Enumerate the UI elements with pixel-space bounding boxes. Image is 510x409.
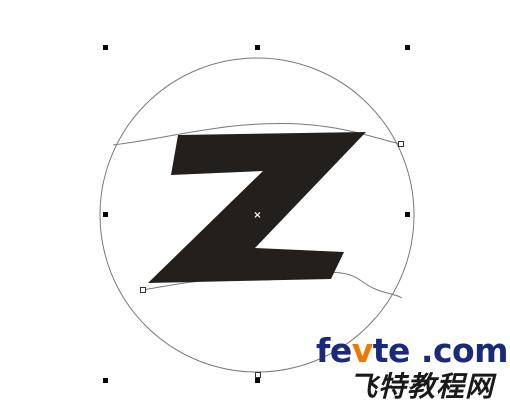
z-letter-shape[interactable]: [148, 132, 366, 283]
selection-handle-top-right[interactable]: [405, 45, 410, 50]
watermark-domain-accent: v: [351, 331, 374, 370]
selection-handle-top-center[interactable]: [255, 45, 260, 50]
path-node-right[interactable]: [398, 141, 404, 147]
selection-handle-top-left[interactable]: [103, 45, 108, 50]
drawing-canvas[interactable]: × fevte .com 飞特教程网: [0, 0, 510, 409]
watermark-domain: fevte .com: [316, 331, 509, 371]
watermark-domain-suffix: te .com: [372, 331, 509, 370]
watermark-chinese: 飞特教程网: [349, 370, 495, 403]
x-center-icon[interactable]: ×: [253, 211, 262, 221]
watermark-domain-prefix: fe: [316, 331, 352, 370]
selection-handle-middle-left[interactable]: [103, 212, 108, 217]
selection-handle-bottom-center[interactable]: [255, 378, 260, 383]
path-node-bottom[interactable]: [255, 372, 261, 378]
selection-handle-bottom-left[interactable]: [103, 378, 108, 383]
selection-handle-middle-right[interactable]: [405, 212, 410, 217]
path-node-left[interactable]: [140, 287, 146, 293]
